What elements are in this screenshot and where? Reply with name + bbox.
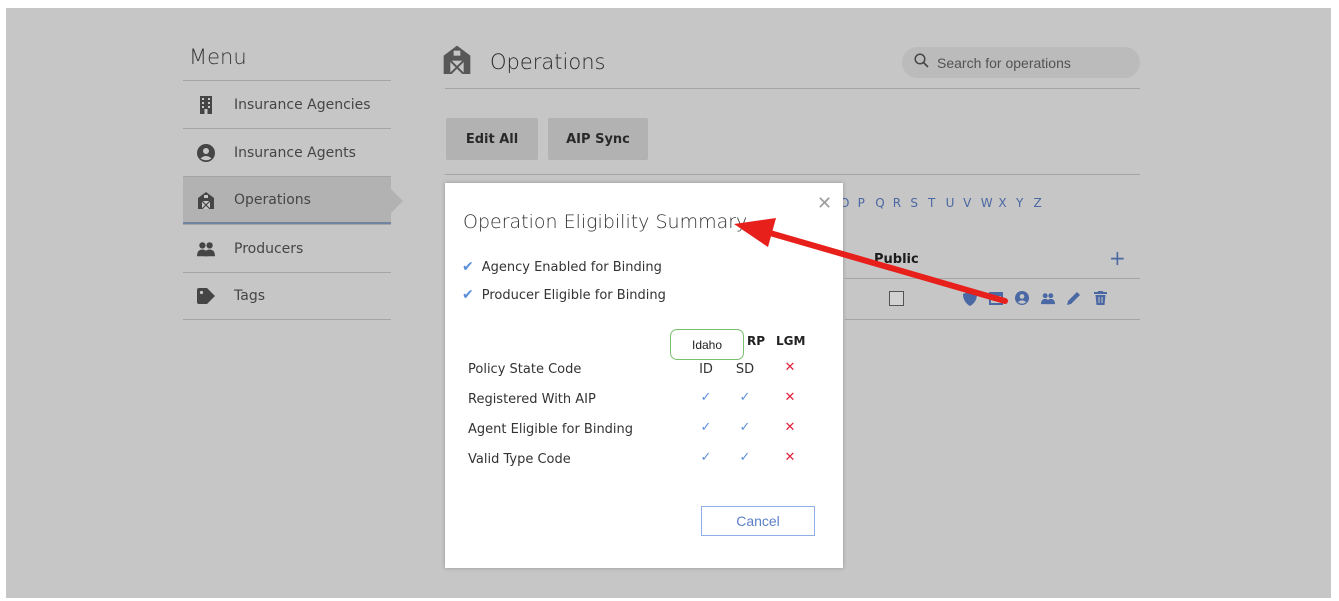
x-icon: ✕ [784, 420, 796, 435]
x-icon: ✕ [784, 450, 796, 465]
check-icon: ✓ [739, 420, 751, 435]
status-label: Producer Eligible for Binding [481, 287, 666, 303]
check-icon: ✓ [700, 450, 712, 465]
check-icon: ✓ [739, 390, 751, 405]
row-label-valid-type-code: Valid Type Code [468, 452, 571, 467]
cancel-button[interactable]: Cancel [701, 506, 815, 536]
cell-state-id: ID [699, 362, 713, 377]
check-icon: ✓ [700, 390, 712, 405]
modal-close-button[interactable]: ✕ [817, 193, 832, 214]
x-icon: ✕ [784, 390, 796, 405]
check-icon: ✓ [700, 420, 712, 435]
cell-state-sd: SD [735, 362, 755, 377]
column-header-lgm: LGM [776, 334, 806, 348]
check-icon: ✔ [462, 287, 474, 303]
status-producer-binding: ✔ Producer Eligible for Binding [462, 287, 666, 303]
modal-title: Operation Eligibility Summary [463, 211, 748, 233]
status-label: Agency Enabled for Binding [481, 259, 662, 275]
check-icon: ✔ [462, 259, 474, 275]
status-agency-binding: ✔ Agency Enabled for Binding [462, 259, 662, 275]
x-icon: ✕ [784, 360, 796, 375]
screen: Menu Insurance Agencies Insurance Agents… [0, 0, 1339, 601]
state-tooltip: Idaho [670, 329, 744, 360]
check-icon: ✓ [739, 450, 751, 465]
row-label-registered-aip: Registered With AIP [468, 392, 596, 407]
row-label-policy-state-code: Policy State Code [468, 362, 582, 377]
row-label-agent-eligible: Agent Eligible for Binding [468, 422, 634, 437]
column-header-rp: RP [747, 334, 766, 348]
